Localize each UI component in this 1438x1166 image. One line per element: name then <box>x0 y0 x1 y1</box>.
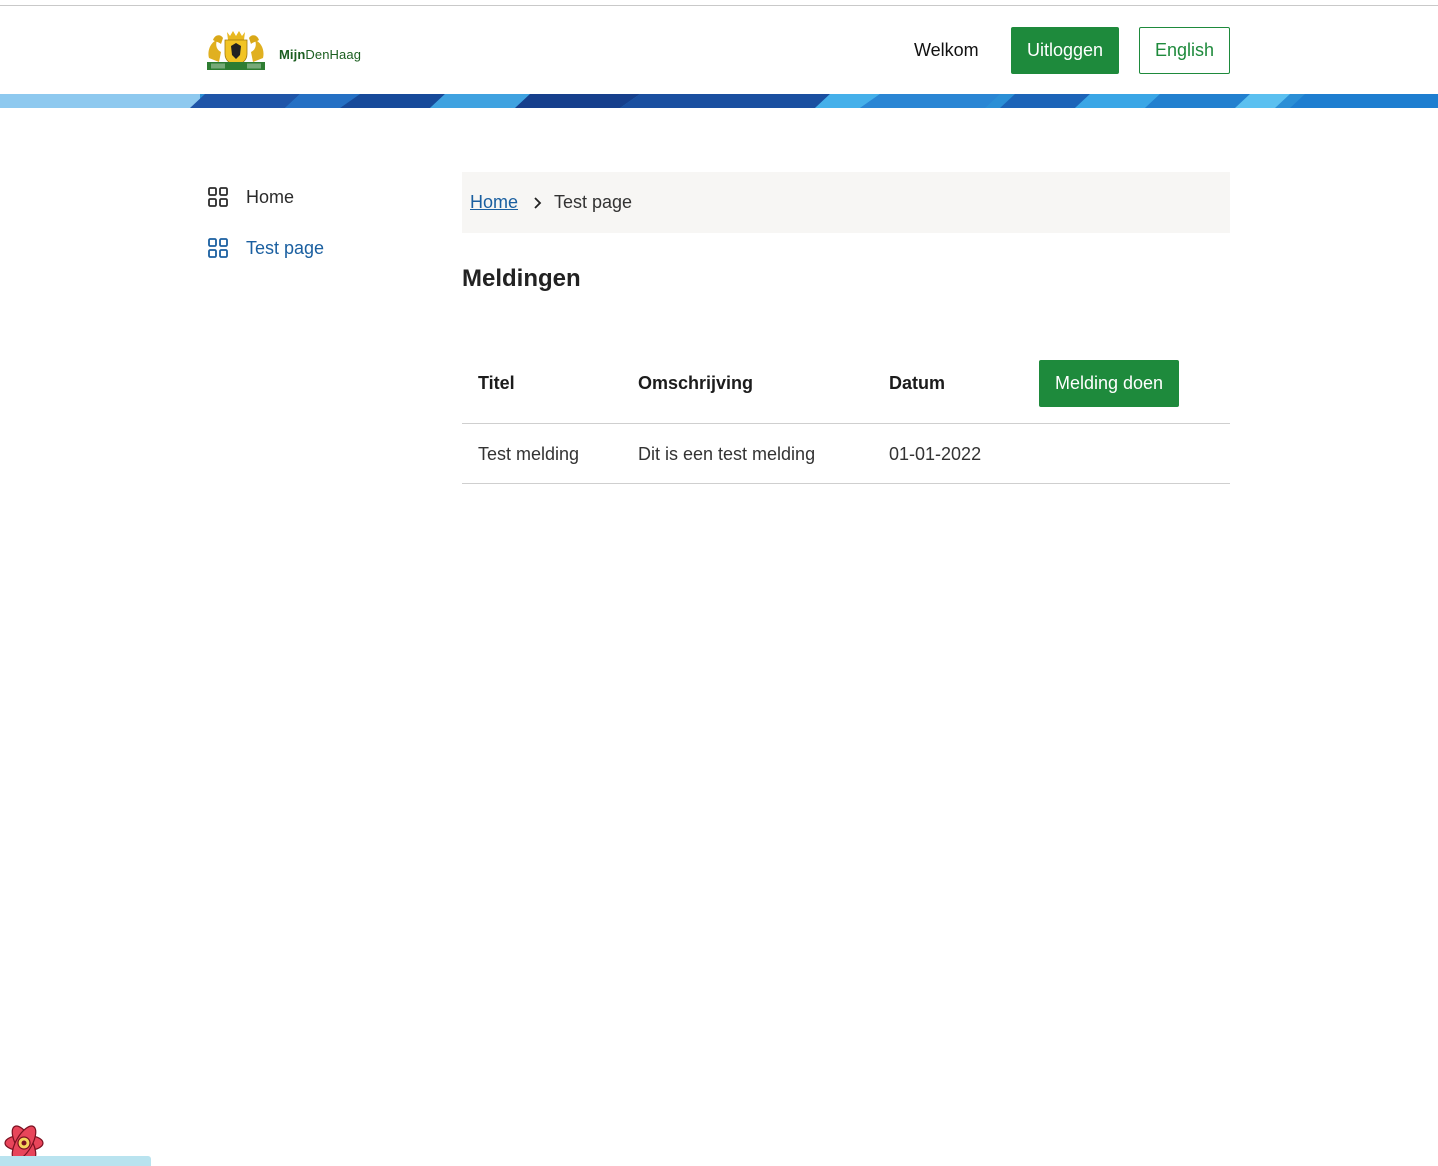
breadcrumb-home-link[interactable]: Home <box>470 192 518 213</box>
welcome-text: Welkom <box>914 40 979 60</box>
sidebar-item-home[interactable]: Home <box>207 182 324 212</box>
devtools-status-bar <box>0 1156 151 1166</box>
sidebar-item-test-page[interactable]: Test page <box>207 233 324 263</box>
page-title: Meldingen <box>462 265 581 292</box>
column-header-omschrijving: Omschrijving <box>638 373 754 393</box>
table-row: Test melding Dit is een test melding 01-… <box>462 424 1230 484</box>
breadcrumb-current: Test page <box>554 192 633 212</box>
grid-icon <box>208 187 228 207</box>
column-header-datum: Datum <box>889 373 946 393</box>
cell-datum: 01-01-2022 <box>889 444 982 464</box>
chevron-right-icon <box>532 196 542 210</box>
grid-icon <box>208 238 228 258</box>
report-button[interactable]: Melding doen <box>1039 360 1179 407</box>
cell-titel: Test melding <box>478 444 580 464</box>
site-header: MijnDenHaag Welkom Uitloggen English <box>0 6 1438 94</box>
sidebar-nav: Home Test page <box>207 182 324 284</box>
logo-text: MijnDenHaag <box>279 46 362 62</box>
breadcrumb: Home Test page <box>462 172 1230 233</box>
coat-of-arms-icon <box>207 31 265 70</box>
table-header: Titel Omschrijving Datum Melding doen <box>462 343 1230 424</box>
site-logo[interactable]: MijnDenHaag <box>205 28 361 72</box>
header-banner <box>0 94 1438 108</box>
language-button[interactable]: English <box>1139 27 1230 74</box>
column-header-titel: Titel <box>478 373 515 393</box>
devtools-widget[interactable] <box>0 1124 160 1166</box>
sidebar-item-label: Home <box>246 186 295 207</box>
atom-icon <box>4 1125 44 1160</box>
notifications-table: Titel Omschrijving Datum Melding doen Te… <box>462 343 1230 484</box>
logout-button[interactable]: Uitloggen <box>1011 27 1119 74</box>
sidebar-item-label: Test page <box>246 237 325 258</box>
cell-omschrijving: Dit is een test melding <box>638 444 816 464</box>
